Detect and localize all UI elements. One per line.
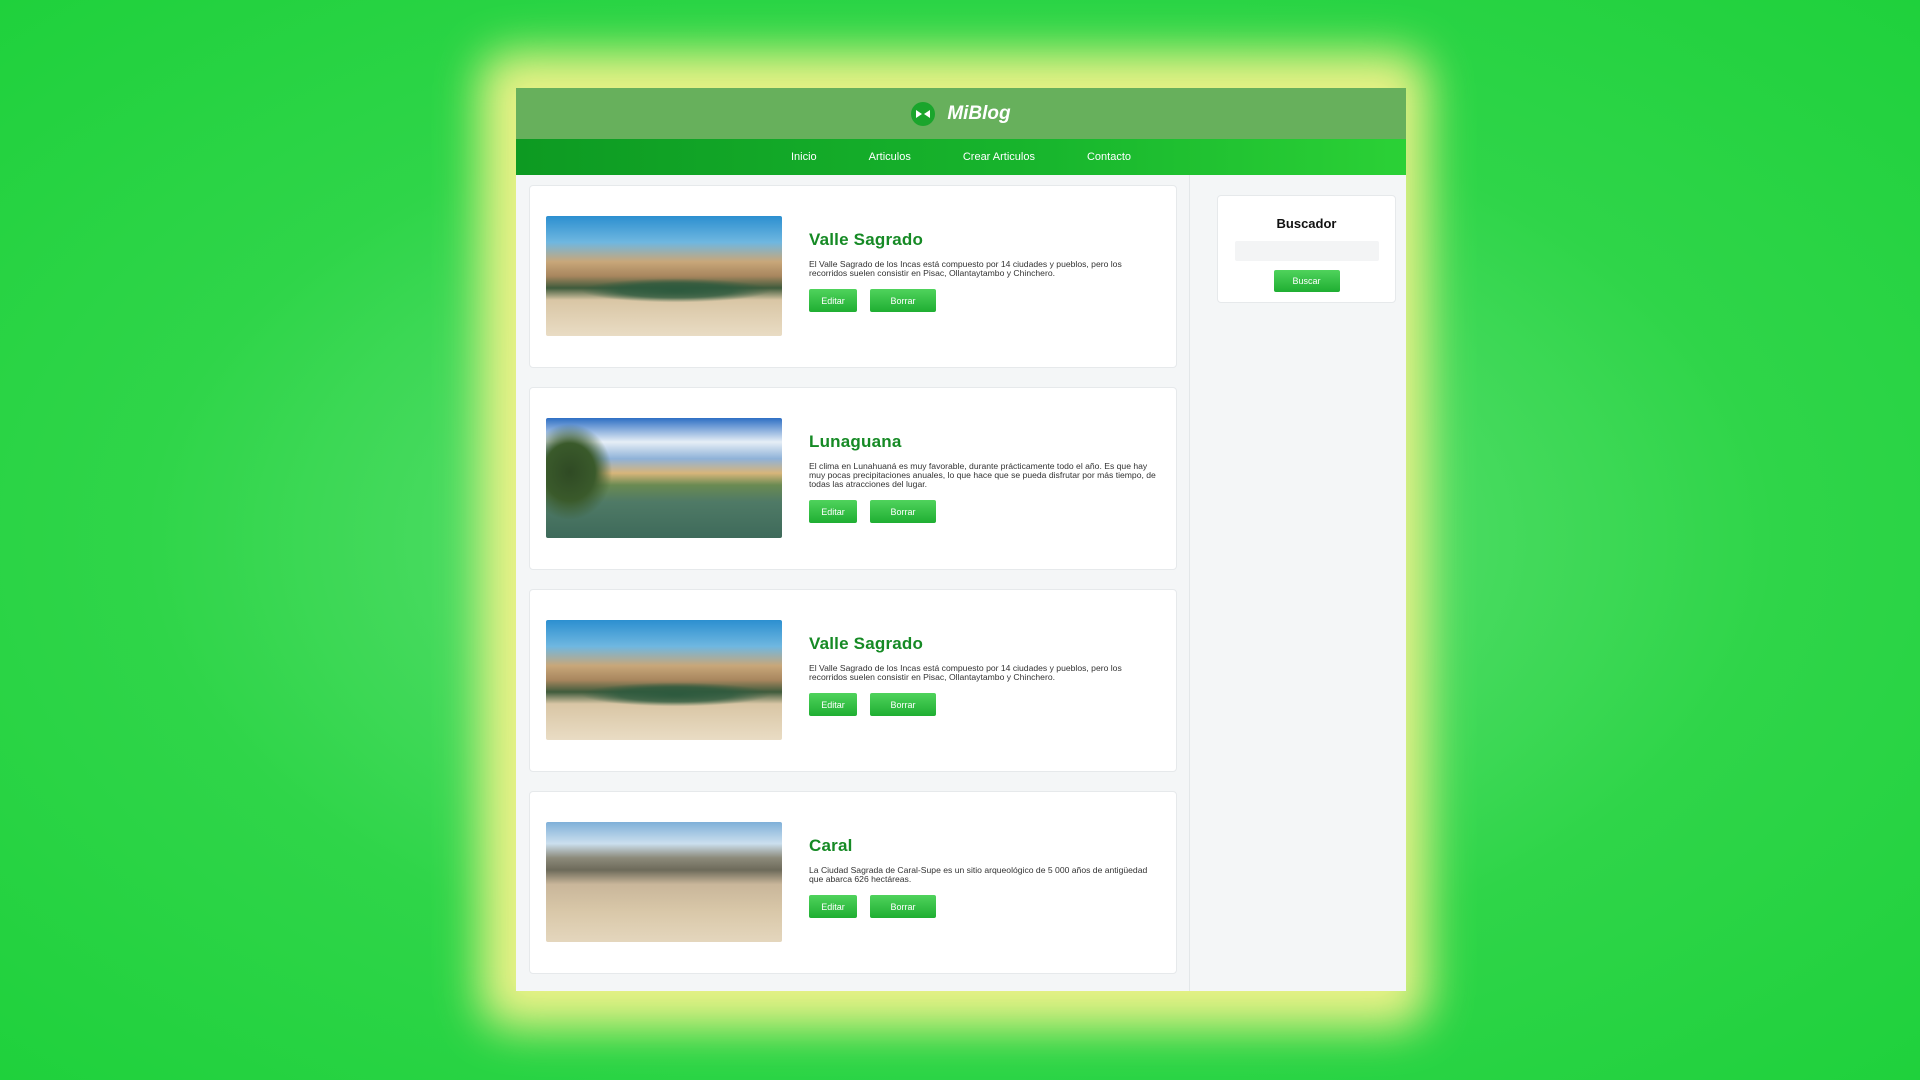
article-list: Valle Sagrado El Valle Sagrado de los In… [516,175,1190,991]
sidebar: Buscador Buscar [1190,175,1406,991]
search-title: Buscador [1276,216,1337,231]
article-card: Caral La Ciudad Sagrada de Caral-Supe es… [529,791,1177,974]
article-actions: Editar Borrar [809,693,1158,716]
nav-item-crear-articulos[interactable]: Crear Articulos [963,151,1035,163]
nav-item-inicio[interactable]: Inicio [791,151,817,163]
search-button[interactable]: Buscar [1273,270,1340,292]
article-info: Caral La Ciudad Sagrada de Caral-Supe es… [809,822,1158,918]
article-info: Valle Sagrado El Valle Sagrado de los In… [809,216,1158,312]
edit-button[interactable]: Editar [809,500,857,523]
main-nav: Inicio Articulos Crear Articulos Contact… [516,139,1406,175]
article-image [546,418,782,538]
edit-button[interactable]: Editar [809,895,857,918]
edit-button[interactable]: Editar [809,693,857,716]
article-image [546,822,782,942]
brand-title[interactable]: MiBlog [947,103,1010,125]
article-description: El Valle Sagrado de los Incas está compu… [809,663,1122,682]
article-card: Valle Sagrado El Valle Sagrado de los In… [529,185,1177,368]
article-description: El Valle Sagrado de los Incas está compu… [809,259,1122,278]
nav-item-articulos[interactable]: Articulos [869,151,911,163]
delete-button[interactable]: Borrar [870,500,936,523]
article-title: Valle Sagrado [809,230,924,249]
article-title: Lunaguana [809,432,902,451]
article-info: Lunaguana El clima en Lunahuaná es muy f… [809,418,1158,523]
search-widget: Buscador Buscar [1217,195,1396,303]
eye-logo-icon [911,101,936,126]
article-actions: Editar Borrar [809,500,1158,523]
delete-button[interactable]: Borrar [870,289,936,312]
article-info: Valle Sagrado El Valle Sagrado de los In… [809,620,1158,716]
site-header: MiBlog [516,88,1406,139]
article-image [546,216,782,336]
article-image [546,620,782,740]
search-input[interactable] [1234,241,1379,261]
article-description: La Ciudad Sagrada de Caral-Supe es un si… [809,865,1148,884]
delete-button[interactable]: Borrar [870,693,936,716]
article-card: Valle Sagrado El Valle Sagrado de los In… [529,589,1177,772]
edit-button[interactable]: Editar [809,289,857,312]
article-title: Valle Sagrado [809,634,924,653]
article-description: El clima en Lunahuaná es muy favorable, … [809,461,1156,489]
content-area: Valle Sagrado El Valle Sagrado de los In… [516,175,1406,991]
delete-button[interactable]: Borrar [870,895,936,918]
article-title: Caral [809,836,853,855]
nav-item-contacto[interactable]: Contacto [1087,151,1131,163]
article-actions: Editar Borrar [809,289,1158,312]
article-card: Lunaguana El clima en Lunahuaná es muy f… [529,387,1177,570]
article-actions: Editar Borrar [809,895,1158,918]
blog-page: MiBlog Inicio Articulos Crear Articulos … [516,88,1406,991]
